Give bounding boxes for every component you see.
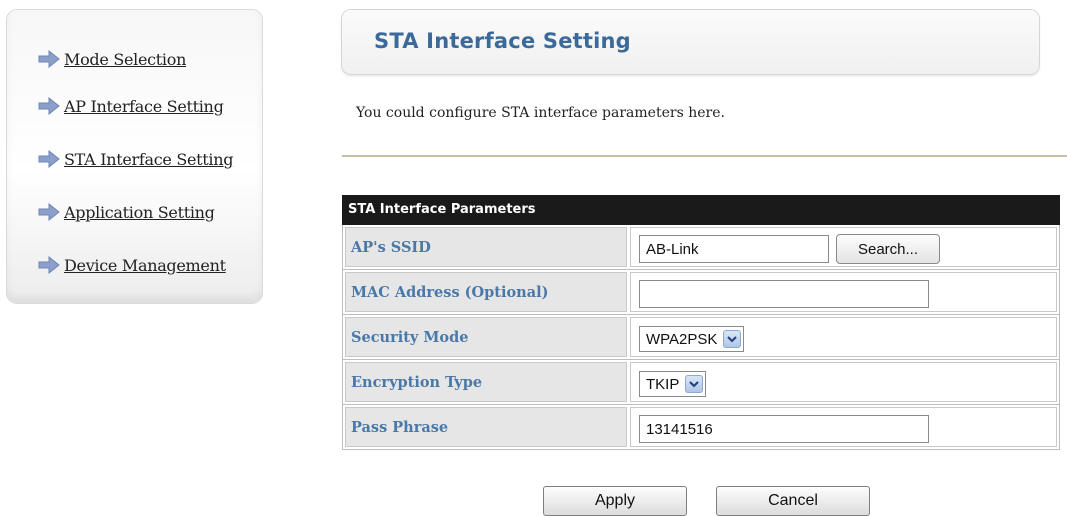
chevron-down-icon[interactable] <box>723 330 742 348</box>
mac-address-cell <box>630 272 1057 312</box>
table-row-encryption: Encryption Type TKIP <box>342 360 1060 405</box>
table-header: STA Interface Parameters <box>342 195 1060 225</box>
pass-phrase-cell <box>630 407 1057 447</box>
page-header: STA Interface Setting <box>342 10 1039 74</box>
sta-parameters-table: STA Interface Parameters AP's SSID Searc… <box>342 195 1060 450</box>
chevron-down-icon[interactable] <box>685 375 704 393</box>
arrow-right-icon <box>38 150 60 168</box>
sidebar-item-ap-interface-setting[interactable]: AP Interface Setting <box>38 94 224 118</box>
ssid-input[interactable] <box>639 235 829 263</box>
arrow-right-icon <box>38 97 60 115</box>
encryption-type-value: TKIP <box>646 375 680 393</box>
security-mode-select[interactable]: WPA2PSK <box>639 326 745 352</box>
ssid-label: AP's SSID <box>345 227 627 267</box>
security-mode-cell: WPA2PSK <box>630 317 1057 357</box>
security-mode-label: Security Mode <box>345 317 627 357</box>
mac-address-input[interactable] <box>639 280 929 308</box>
mac-address-label: MAC Address (Optional) <box>345 272 627 312</box>
divider <box>342 155 1067 157</box>
encryption-type-select[interactable]: TKIP <box>639 371 707 397</box>
pass-phrase-label: Pass Phrase <box>345 407 627 447</box>
encryption-type-cell: TKIP <box>630 362 1057 402</box>
table-row-passphrase: Pass Phrase <box>342 405 1060 450</box>
search-button[interactable]: Search... <box>836 234 940 264</box>
sidebar-item-label[interactable]: Application Setting <box>64 203 215 222</box>
table-row-security: Security Mode WPA2PSK <box>342 315 1060 360</box>
security-mode-value: WPA2PSK <box>646 330 718 348</box>
sidebar-item-mode-selection[interactable]: Mode Selection <box>38 47 186 71</box>
sidebar-item-sta-interface-setting[interactable]: STA Interface Setting <box>38 147 234 171</box>
page-title: STA Interface Setting <box>374 29 631 53</box>
sidebar: Mode Selection AP Interface Setting STA … <box>7 10 262 303</box>
arrow-right-icon <box>38 50 60 68</box>
sidebar-item-label[interactable]: Mode Selection <box>64 50 186 69</box>
sidebar-item-label[interactable]: STA Interface Setting <box>64 150 234 169</box>
arrow-right-icon <box>38 256 60 274</box>
sidebar-item-label[interactable]: Device Management <box>64 256 226 275</box>
pass-phrase-input[interactable] <box>639 415 929 443</box>
table-row-ssid: AP's SSID Search... <box>342 225 1060 270</box>
arrow-right-icon <box>38 203 60 221</box>
sidebar-item-device-management[interactable]: Device Management <box>38 253 226 277</box>
sidebar-item-label[interactable]: AP Interface Setting <box>64 97 224 116</box>
sidebar-item-application-setting[interactable]: Application Setting <box>38 200 215 224</box>
encryption-type-label: Encryption Type <box>345 362 627 402</box>
ssid-cell: Search... <box>630 227 1057 267</box>
page-description: You could configure STA interface parame… <box>356 105 725 121</box>
table-row-mac: MAC Address (Optional) <box>342 270 1060 315</box>
